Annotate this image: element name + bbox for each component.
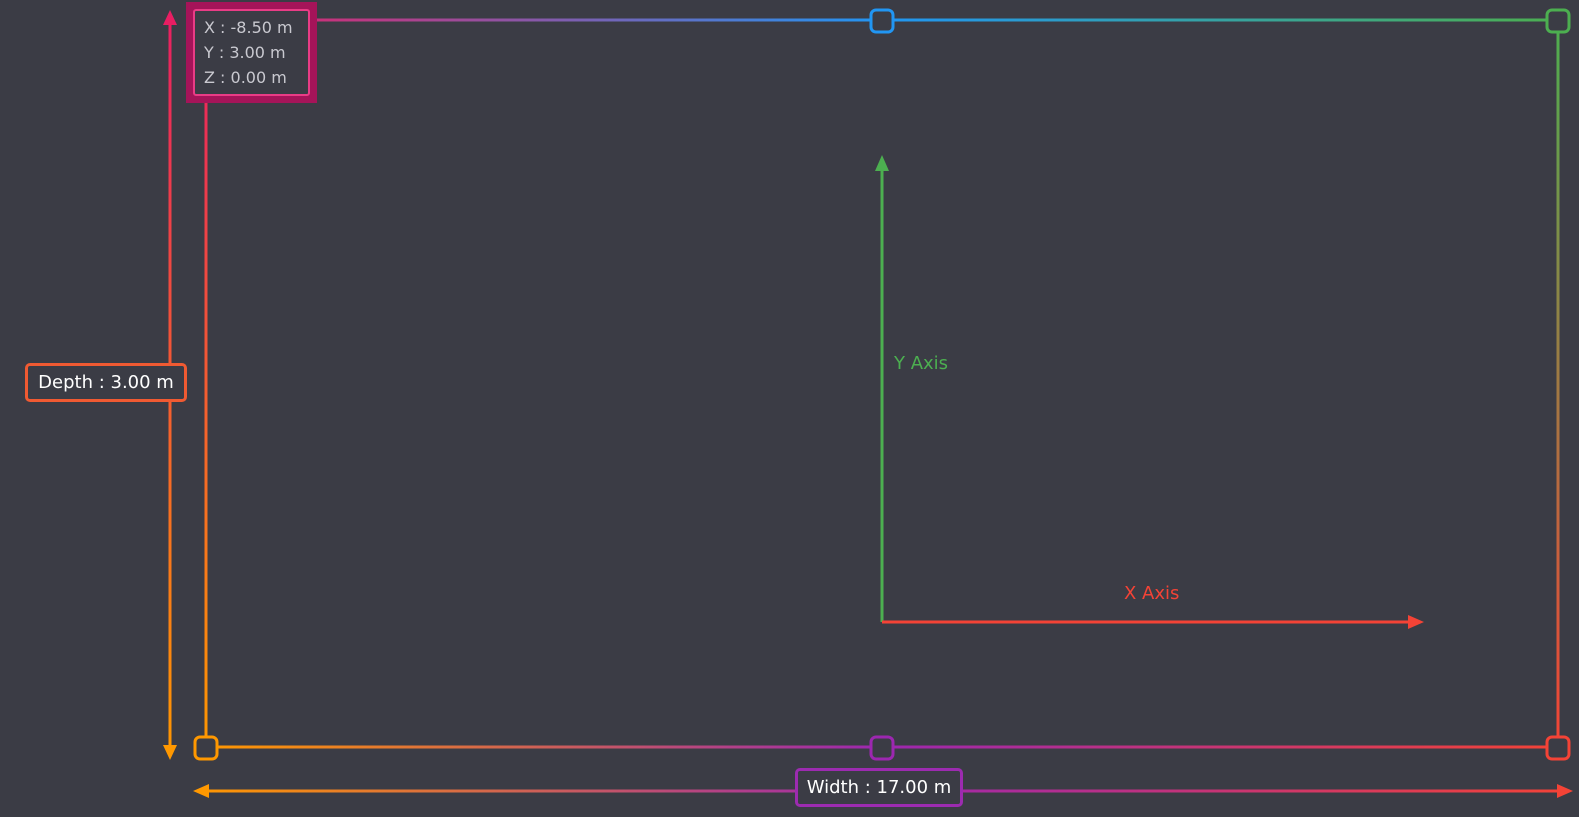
canvas-drawing — [163, 8, 1573, 798]
x-axis-arrow — [882, 615, 1424, 629]
bottom-right-handle[interactable] — [1545, 735, 1571, 761]
coord-x: X : -8.50 m — [204, 15, 308, 40]
x-axis-label: X Axis — [1124, 583, 1180, 604]
y-axis-label: Y Axis — [894, 353, 949, 374]
depth-label-name: Depth — [38, 372, 93, 393]
design-canvas[interactable]: X : -8.50 m Y : 3.00 m Z : 0.00 m Depth … — [0, 0, 1579, 817]
coord-x-axis: X — [204, 18, 215, 37]
coord-y-axis: Y — [204, 43, 214, 62]
top-right-handle[interactable] — [1545, 8, 1571, 34]
coord-z: Z : 0.00 m — [204, 65, 308, 90]
coord-x-value: -8.50 m — [230, 18, 293, 37]
depth-value: 3.00 m — [110, 372, 174, 393]
coord-z-value: 0.00 m — [230, 68, 287, 87]
depth-label[interactable]: Depth : 3.00 m — [25, 363, 187, 402]
coordinate-readout: X : -8.50 m Y : 3.00 m Z : 0.00 m — [193, 9, 310, 96]
y-axis-arrow — [875, 155, 889, 622]
width-label[interactable]: Width : 17.00 m — [795, 768, 963, 807]
width-value: 17.00 m — [876, 777, 952, 798]
bottom-mid-handle[interactable] — [869, 735, 895, 761]
top-mid-handle[interactable] — [869, 8, 895, 34]
coord-y: Y : 3.00 m — [204, 40, 308, 65]
coord-z-axis: Z — [204, 68, 215, 87]
width-label-name: Width — [806, 777, 859, 798]
coord-y-value: 3.00 m — [229, 43, 286, 62]
bottom-left-handle[interactable] — [193, 735, 219, 761]
top-left-handle-selected[interactable]: X : -8.50 m Y : 3.00 m Z : 0.00 m — [186, 2, 317, 103]
